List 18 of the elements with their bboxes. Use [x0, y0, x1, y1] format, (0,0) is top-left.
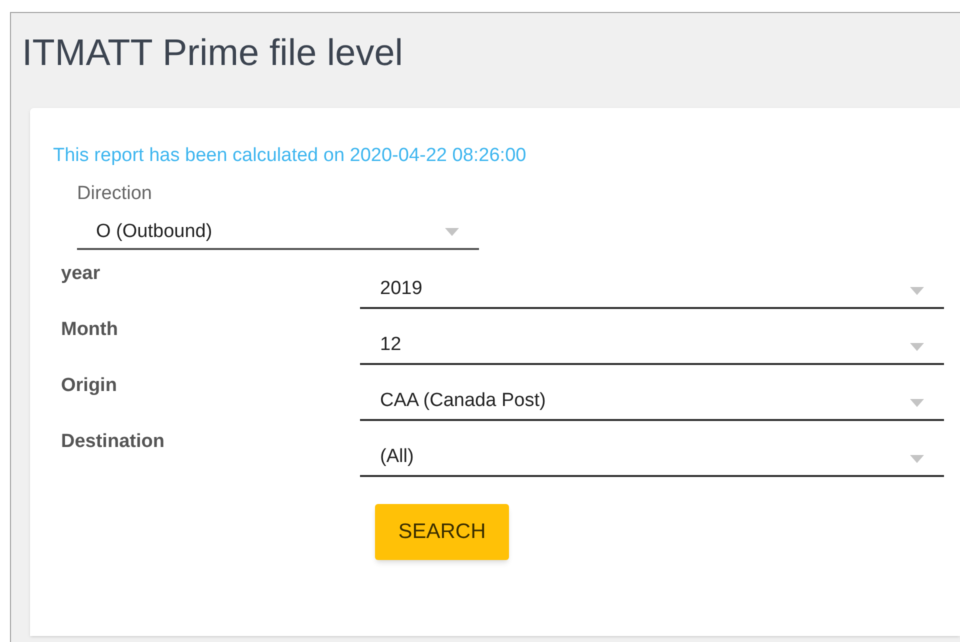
- dropdown-arrow-icon: [910, 455, 924, 463]
- dropdown[interactable]: 2019: [360, 267, 944, 309]
- dropdown-arrow-icon: [445, 228, 459, 236]
- dropdown[interactable]: (All): [360, 435, 944, 477]
- search-button[interactable]: SEARCH: [375, 504, 509, 560]
- dropdown[interactable]: 12: [360, 323, 944, 365]
- page-title: ITMATT Prime file level: [22, 31, 404, 75]
- dropdown-arrow-icon: [910, 343, 924, 351]
- dropdown[interactable]: O (Outbound): [77, 216, 479, 250]
- dropdown-arrow-icon: [910, 287, 924, 295]
- dropdown[interactable]: CAA (Canada Post): [360, 379, 944, 421]
- field-label: year: [61, 262, 102, 286]
- field-label: Origin: [61, 374, 118, 398]
- field-label: Month: [61, 318, 119, 342]
- field-label: Destination: [61, 430, 166, 454]
- dropdown-arrow-icon: [910, 399, 924, 407]
- field-label: Direction: [77, 182, 152, 206]
- info-text: This report has been calculated on 2020-04-22 08:26:00: [53, 144, 526, 168]
